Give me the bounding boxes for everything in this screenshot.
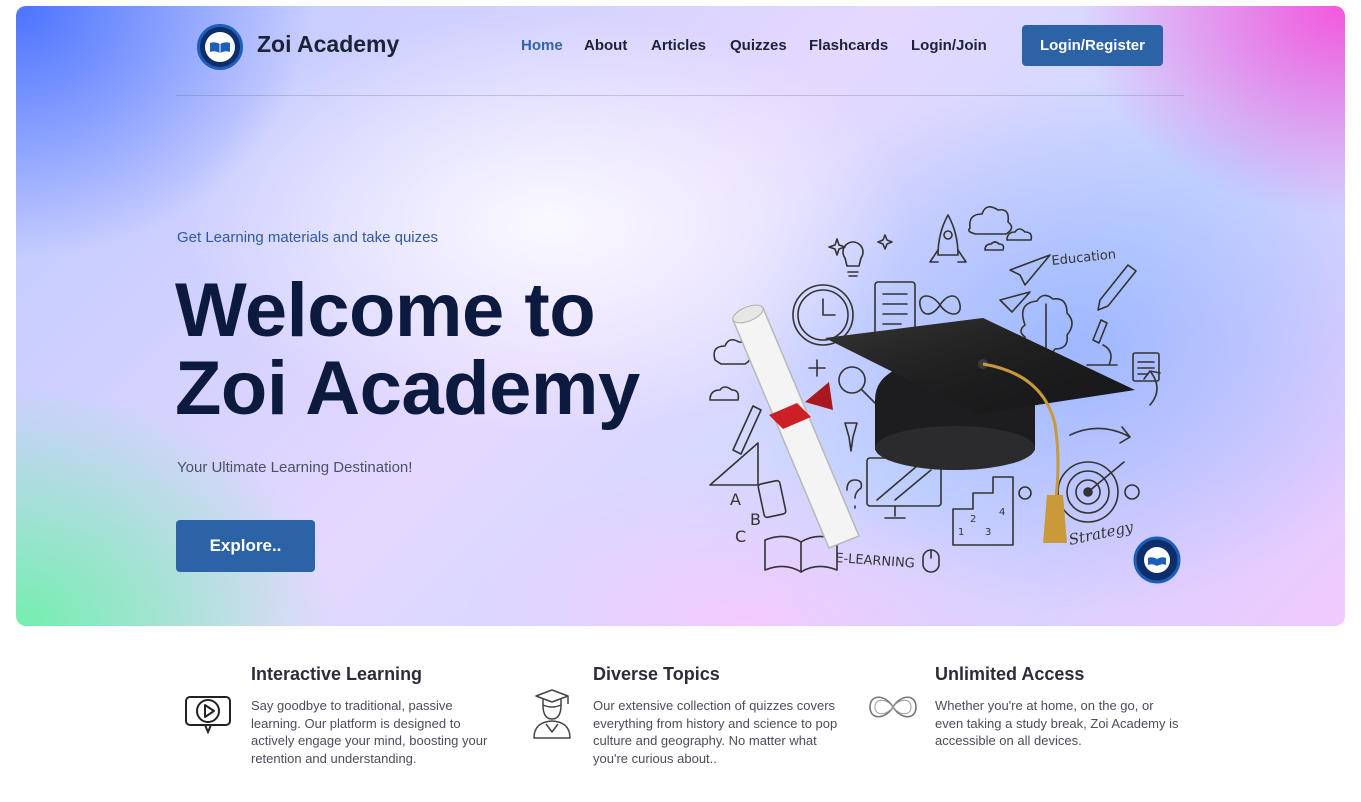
doodle-text-elearning: E-LEARNING xyxy=(835,551,916,572)
feature-title-interactive: Interactive Learning xyxy=(251,664,423,684)
graduate-student-icon xyxy=(533,689,571,739)
doodle-text-education: Education xyxy=(1051,247,1117,269)
zoi-academy-badge-icon xyxy=(1133,536,1181,584)
feature-text-diverse: Our extensive collection of quizzes cove… xyxy=(593,698,838,767)
explore-button[interactable]: Explore.. xyxy=(176,520,315,572)
logo-icon[interactable] xyxy=(197,24,243,70)
doodle-text-strategy: Strategy xyxy=(1067,518,1135,549)
nav-articles[interactable]: Articles xyxy=(651,37,706,54)
infinity-icon xyxy=(869,696,917,718)
hero-tagline: Get Learning materials and take quizes xyxy=(177,229,438,246)
feature-text-interactive: Say goodbye to traditional, passive lear… xyxy=(251,698,488,767)
graduation-cap-icon xyxy=(825,318,1135,543)
svg-text:1: 1 xyxy=(958,527,964,538)
nav-quizzes[interactable]: Quizzes xyxy=(730,37,787,54)
interactive-video-icon xyxy=(185,696,231,735)
hero-headline-line2: Zoi Academy xyxy=(175,346,640,431)
nav-home[interactable]: Home xyxy=(521,37,563,54)
feature-title-diverse: Diverse Topics xyxy=(593,664,720,684)
hero-headline: Welcome to Zoi Academy xyxy=(175,272,640,428)
svg-text:A: A xyxy=(730,490,741,509)
hero-headline-line1: Welcome to xyxy=(175,268,596,353)
svg-text:B: B xyxy=(750,510,761,529)
svg-text:4: 4 xyxy=(999,507,1005,518)
graduation-cap-illustration: A B C 1 2 3 4 Education E-LEARNING Strat… xyxy=(709,206,1181,584)
brand-name[interactable]: Zoi Academy xyxy=(257,31,399,58)
svg-text:3: 3 xyxy=(985,527,991,538)
svg-text:C: C xyxy=(735,527,746,546)
hero-subtitle: Your Ultimate Learning Destination! xyxy=(177,459,413,476)
nav-login-join[interactable]: Login/Join xyxy=(911,37,987,54)
header-divider xyxy=(176,95,1184,96)
login-register-button[interactable]: Login/Register xyxy=(1022,25,1163,66)
nav-flashcards[interactable]: Flashcards xyxy=(809,37,888,54)
nav-about[interactable]: About xyxy=(584,37,627,54)
svg-text:2: 2 xyxy=(970,514,976,525)
feature-text-unlimited: Whether you're at home, on the go, or ev… xyxy=(935,698,1179,749)
feature-title-unlimited: Unlimited Access xyxy=(935,664,1085,684)
